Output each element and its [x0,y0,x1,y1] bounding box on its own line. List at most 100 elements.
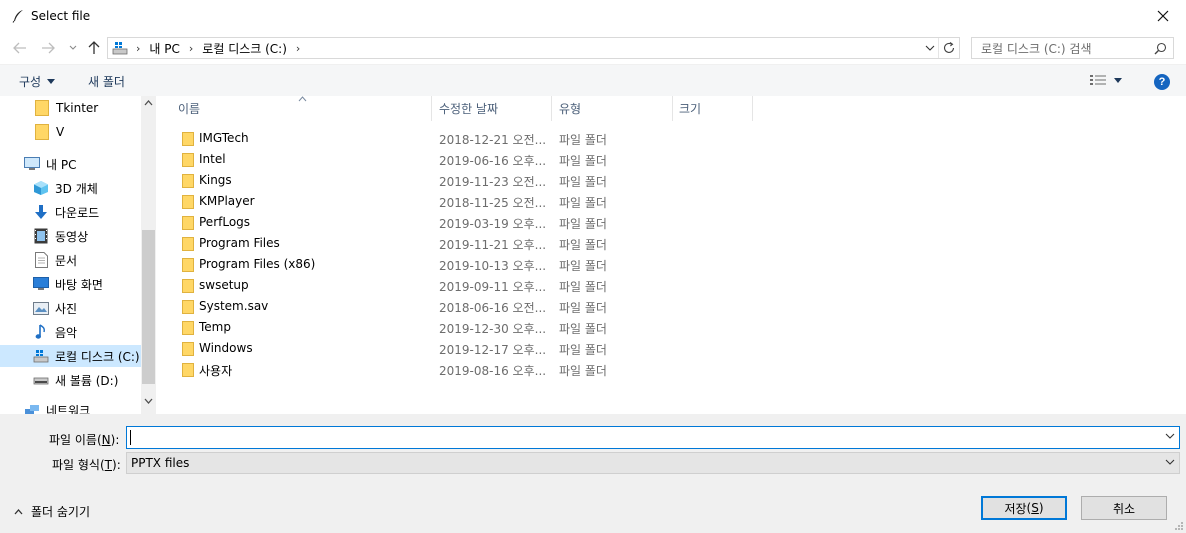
table-row[interactable]: Temp 2019-12-30 오후... 파일 폴더 [156,317,756,338]
sidebar-item-documents[interactable]: 문서 [0,249,141,271]
sidebar-item-network[interactable]: 네트워크 [0,399,141,414]
folder-icon [182,258,194,272]
breadcrumb-my-pc[interactable]: 내 PC [149,40,179,57]
table-row[interactable]: Kings 2019-11-23 오전... 파일 폴더 [156,170,756,191]
table-row[interactable]: System.sav 2018-06-16 오전... 파일 폴더 [156,296,756,317]
sidebar-item-3d-objects[interactable]: 3D 개체 [0,177,141,199]
sidebar-scrollbar[interactable] [141,96,156,414]
file-date: 2019-11-21 오후... [439,238,547,252]
folder-icon [182,195,194,209]
folder-icon [182,321,194,335]
sidebar-item-new-volume[interactable]: 새 볼륨 (D:) [0,369,141,391]
table-row[interactable]: Windows 2019-12-17 오후... 파일 폴더 [156,338,756,359]
file-type: 파일 폴더 [559,301,607,315]
folder-icon [182,237,194,251]
table-row[interactable]: KMPlayer 2018-11-25 오전... 파일 폴더 [156,191,756,212]
folder-icon [182,342,194,356]
cancel-button[interactable]: 취소 [1081,496,1167,520]
breadcrumb-local-disk[interactable]: 로컬 디스크 (C:) [202,40,287,57]
breadcrumb-chevron-icon[interactable]: › [296,42,300,55]
arrow-left-icon [13,42,26,54]
up-button[interactable] [85,39,103,57]
filetype-select[interactable]: PPTX files [126,452,1180,474]
filename-input[interactable] [126,426,1180,449]
3d-objects-icon [33,180,49,196]
filetype-value: PPTX files [131,456,190,470]
organize-button[interactable]: 구성 [19,73,56,90]
sidebar-item-tkinter[interactable]: Tkinter [0,97,141,119]
sidebar-item-label: Tkinter [56,101,99,115]
file-type: 파일 폴더 [559,343,607,357]
recent-locations-button[interactable] [64,39,82,57]
sidebar-item-pictures[interactable]: 사진 [0,297,141,319]
folder-icon [182,300,194,314]
sidebar-item-videos[interactable]: 동영상 [0,225,141,247]
local-disk-icon [112,42,128,55]
file-type: 파일 폴더 [559,217,607,231]
sidebar-item-label: 사진 [55,301,78,316]
table-row[interactable]: PerfLogs 2019-03-19 오후... 파일 폴더 [156,212,756,233]
text-caret [130,430,131,445]
sidebar-item-my-pc[interactable]: 내 PC [0,153,141,175]
file-date: 2018-11-25 오전... [439,196,547,210]
view-options-button[interactable] [1090,74,1122,86]
address-dropdown-icon[interactable] [925,42,935,54]
arrow-right-icon [42,42,55,54]
resize-grip-icon[interactable] [1174,521,1184,531]
scrollbar-thumb[interactable] [142,230,155,384]
file-date: 2018-12-21 오전... [439,133,547,147]
hide-folders-label: 폴더 숨기기 [31,505,91,519]
scroll-down-icon[interactable] [144,398,153,404]
file-name: Kings [199,173,232,187]
help-button[interactable]: ? [1154,74,1170,90]
sidebar-item-desktop[interactable]: 바탕 화면 [0,273,141,295]
column-header-name[interactable]: 이름 [156,96,432,121]
file-name: Windows [199,341,253,355]
scroll-up-icon[interactable] [144,100,153,106]
computer-icon [24,156,40,172]
forward-button[interactable] [39,39,57,57]
sidebar-item-downloads[interactable]: 다운로드 [0,201,141,223]
file-name: KMPlayer [199,194,255,208]
close-button[interactable] [1140,0,1186,32]
chevron-down-icon [69,45,77,50]
column-header-type[interactable]: 유형 [552,96,673,121]
details-view-icon [1090,75,1106,85]
file-type: 파일 폴더 [559,154,607,168]
back-button[interactable] [11,39,29,57]
save-button[interactable]: 저장(S) [981,496,1067,520]
music-icon [33,324,49,340]
column-header-label: 크기 [679,102,702,116]
table-row[interactable]: Program Files (x86) 2019-10-13 오후... 파일 … [156,254,756,275]
column-header-size[interactable]: 크기 [673,96,753,121]
search-box[interactable]: 로컬 디스크 (C:) 검색 [971,37,1174,59]
address-bar[interactable]: › 내 PC › 로컬 디스크 (C:) › [107,37,960,59]
table-row[interactable]: IMGTech 2018-12-21 오전... 파일 폴더 [156,128,756,149]
sidebar-item-music[interactable]: 음악 [0,321,141,343]
chevron-down-icon[interactable] [1165,433,1175,440]
cancel-label: 취소 [1112,501,1136,516]
sidebar-item-v[interactable]: V [0,121,141,143]
breadcrumb-chevron-icon[interactable]: › [136,42,140,55]
table-row[interactable]: Program Files 2019-11-21 오후... 파일 폴더 [156,233,756,254]
feather-icon [12,10,23,23]
table-row[interactable]: Intel 2019-06-16 오후... 파일 폴더 [156,149,756,170]
sidebar-item-label: V [56,125,65,139]
sidebar-item-local-disk[interactable]: 로컬 디스크 (C:) [0,345,141,367]
hide-folders-button[interactable]: 폴더 숨기기 [14,503,90,520]
file-name: Temp [199,320,231,334]
arrow-up-icon [88,41,100,54]
table-row[interactable]: 사용자 2019-08-16 오후... 파일 폴더 [156,359,756,380]
breadcrumb-chevron-icon[interactable]: › [189,42,193,55]
file-type: 파일 폴더 [559,133,607,147]
refresh-icon[interactable] [942,41,956,55]
new-folder-button[interactable]: 새 폴더 [88,73,125,90]
sidebar-item-label: 바탕 화면 [55,277,103,292]
column-header-date[interactable]: 수정한 날짜 [432,96,552,121]
table-row[interactable]: swsetup 2019-09-11 오후... 파일 폴더 [156,275,756,296]
save-hotkey: S [1031,501,1039,515]
local-disk-icon [33,348,49,364]
file-date: 2018-06-16 오전... [439,301,547,315]
file-name: Intel [199,152,226,166]
network-icon [24,402,40,414]
